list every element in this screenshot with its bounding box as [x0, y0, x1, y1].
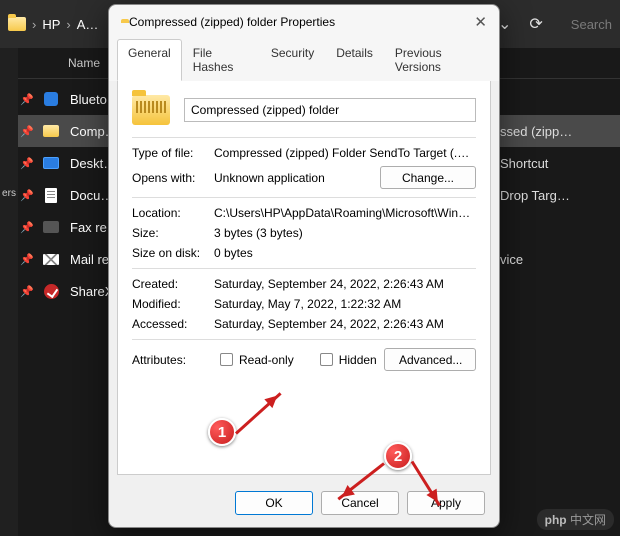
- file-icon: [42, 218, 60, 236]
- label-type: Type of file:: [132, 146, 214, 160]
- chevron-right-icon: ›: [66, 17, 70, 32]
- folder-icon: [8, 17, 26, 31]
- tab-security[interactable]: Security: [260, 39, 325, 81]
- label-created: Created:: [132, 277, 214, 291]
- divider: [132, 197, 476, 198]
- hidden-label: Hidden: [339, 353, 377, 367]
- pin-icon: 📌: [20, 221, 32, 234]
- pin-icon: 📌: [20, 157, 32, 170]
- label-location: Location:: [132, 206, 214, 220]
- sidebar-strip: ers: [0, 48, 18, 536]
- tab-strip: GeneralFile HashesSecurityDetailsPreviou…: [109, 39, 499, 81]
- value-type: Compressed (zipped) Folder SendTo Target…: [214, 146, 476, 160]
- sidebar-label: ers: [0, 188, 18, 199]
- file-type: vice: [500, 252, 523, 267]
- dialog-title: Compressed (zipped) folder Properties: [129, 15, 335, 29]
- value-opens-with: Unknown application: [214, 171, 380, 185]
- chevron-right-icon: ›: [32, 17, 36, 32]
- hidden-checkbox[interactable]: [320, 353, 333, 366]
- properties-dialog: Compressed (zipped) folder Properties ✕ …: [108, 4, 500, 528]
- toolbar-actions: ⌄ ⟳ Search: [498, 14, 612, 34]
- tab-previous-versions[interactable]: Previous Versions: [384, 39, 491, 81]
- tab-file-hashes[interactable]: File Hashes: [182, 39, 260, 81]
- file-icon: [42, 186, 60, 204]
- general-panel: Type of file:Compressed (zipped) Folder …: [117, 81, 491, 475]
- tab-general[interactable]: General: [117, 39, 182, 81]
- readonly-checkbox[interactable]: [220, 353, 233, 366]
- file-icon: [42, 90, 60, 108]
- value-modified: Saturday, May 7, 2022, 1:22:32 AM: [214, 297, 476, 311]
- pin-icon: 📌: [20, 125, 32, 138]
- value-created: Saturday, September 24, 2022, 2:26:43 AM: [214, 277, 476, 291]
- titlebar[interactable]: Compressed (zipped) folder Properties ✕: [109, 5, 499, 39]
- refresh-icon[interactable]: ⟳: [529, 14, 542, 34]
- ok-button[interactable]: OK: [235, 491, 313, 515]
- dialog-buttons: OK Cancel Apply: [109, 483, 499, 527]
- value-location: C:\Users\HP\AppData\Roaming\Microsoft\Wi…: [214, 206, 476, 220]
- divider: [132, 268, 476, 269]
- label-opens-with: Opens with:: [132, 171, 214, 185]
- advanced-button[interactable]: Advanced...: [384, 348, 476, 371]
- divider: [132, 339, 476, 340]
- label-size: Size:: [132, 226, 214, 240]
- apply-button[interactable]: Apply: [407, 491, 485, 515]
- breadcrumb[interactable]: › HP › A…: [8, 17, 98, 32]
- filename-input[interactable]: [184, 98, 476, 122]
- label-size-on-disk: Size on disk:: [132, 246, 214, 260]
- file-icon: [42, 250, 60, 268]
- tab-details[interactable]: Details: [325, 39, 384, 81]
- close-icon[interactable]: ✕: [474, 13, 487, 31]
- pin-icon: 📌: [20, 189, 32, 202]
- watermark-brand: php: [545, 513, 567, 527]
- change-button[interactable]: Change...: [380, 166, 476, 189]
- file-icon: [42, 282, 60, 300]
- label-accessed: Accessed:: [132, 317, 214, 331]
- readonly-label: Read-only: [239, 353, 294, 367]
- pin-icon: 📌: [20, 93, 32, 106]
- zipped-folder-icon: [132, 95, 170, 125]
- file-type: ssed (zipp…: [500, 124, 572, 139]
- file-icon: [42, 122, 60, 140]
- search-input[interactable]: Search: [571, 17, 612, 32]
- file-type: Drop Targ…: [500, 188, 570, 203]
- divider: [132, 137, 476, 138]
- value-size: 3 bytes (3 bytes): [214, 226, 476, 240]
- file-type: Shortcut: [500, 156, 548, 171]
- cancel-button[interactable]: Cancel: [321, 491, 399, 515]
- label-attributes: Attributes:: [132, 353, 214, 367]
- value-accessed: Saturday, September 24, 2022, 2:26:43 AM: [214, 317, 476, 331]
- pin-icon: 📌: [20, 285, 32, 298]
- label-modified: Modified:: [132, 297, 214, 311]
- pin-icon: 📌: [20, 253, 32, 266]
- watermark-text: 中文网: [570, 513, 606, 527]
- watermark: php 中文网: [537, 509, 614, 530]
- file-icon: [42, 154, 60, 172]
- breadcrumb-item[interactable]: A…: [77, 17, 99, 32]
- value-size-on-disk: 0 bytes: [214, 246, 476, 260]
- breadcrumb-item[interactable]: HP: [42, 17, 60, 32]
